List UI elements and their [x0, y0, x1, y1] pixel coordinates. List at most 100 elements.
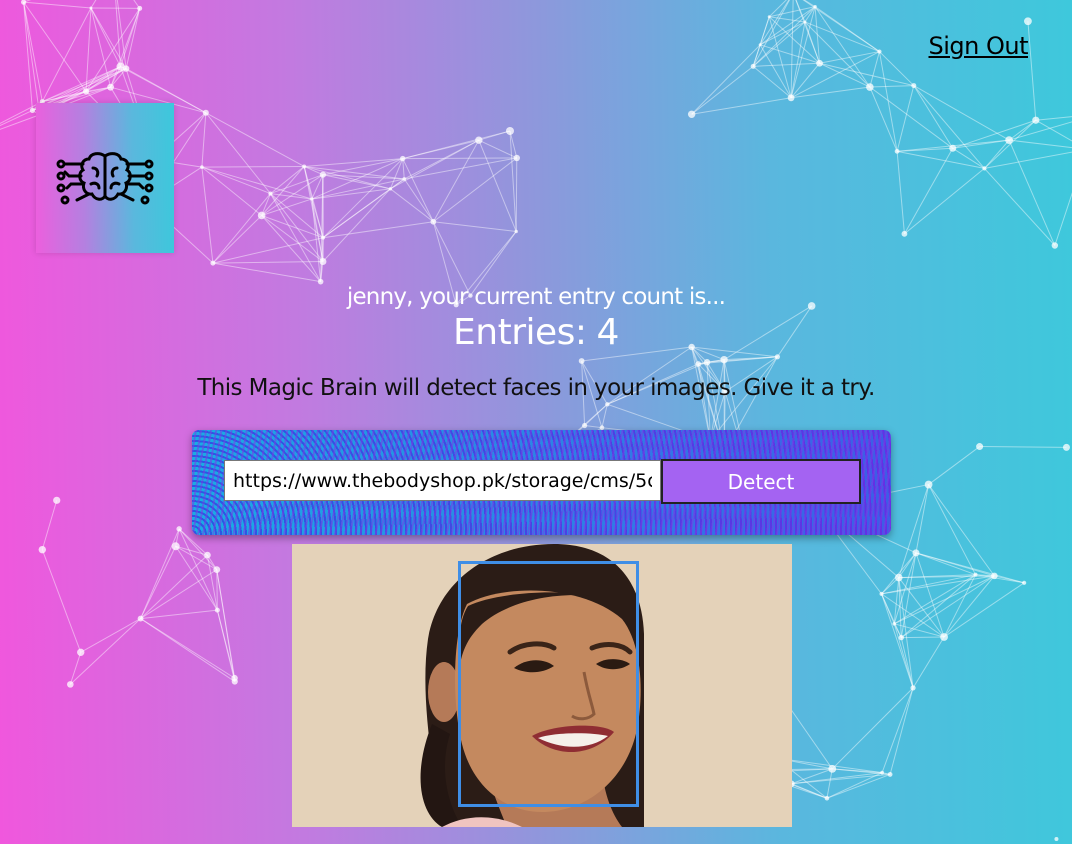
particle-link — [928, 484, 995, 577]
particle-link — [216, 569, 236, 682]
particle-link — [261, 198, 313, 216]
particle-link — [975, 574, 1025, 584]
particle-dot — [687, 110, 696, 118]
particle-link — [790, 6, 816, 98]
particle-dot — [582, 422, 588, 429]
particle-link — [893, 623, 902, 638]
particle-link — [904, 168, 985, 235]
particle-link — [270, 193, 324, 239]
particle-link — [994, 575, 1025, 584]
particle-link — [915, 552, 995, 577]
particle-link — [790, 51, 880, 99]
particle-dot — [973, 572, 978, 577]
particle-link — [724, 356, 778, 361]
particle-link — [791, 768, 833, 785]
particle-link — [42, 66, 121, 103]
particle-link — [404, 157, 517, 180]
particle-link — [984, 151, 1072, 169]
particle-link — [984, 119, 1037, 169]
particle-link — [322, 174, 391, 190]
logo — [36, 103, 174, 253]
particle-link — [320, 261, 324, 282]
particle-link — [509, 130, 517, 232]
particle-link — [1027, 21, 1037, 121]
particle-link — [869, 86, 898, 152]
particle-link — [178, 528, 218, 611]
particle-link — [115, 0, 121, 67]
particle-link — [402, 158, 434, 222]
particle-link — [41, 7, 92, 102]
particle-link — [304, 158, 403, 167]
particle-link — [261, 166, 305, 216]
particle-link — [894, 575, 995, 625]
particle-link — [85, 68, 127, 92]
particle-link — [303, 165, 324, 176]
particle-link — [897, 150, 985, 169]
particle-dot — [514, 229, 518, 234]
particle-link — [140, 618, 235, 679]
particle-link — [804, 6, 816, 23]
image-link-form-row: Detect — [224, 459, 861, 504]
particle-link — [882, 772, 891, 775]
particle-link — [881, 593, 914, 689]
particle-link — [904, 148, 954, 235]
entries-count-heading: Entries: 4 — [0, 312, 1072, 353]
particle-link — [819, 51, 880, 64]
particle-link — [928, 484, 976, 575]
particle-link — [706, 359, 725, 363]
particle-link — [698, 359, 725, 365]
particle-link — [85, 7, 92, 92]
particle-link — [201, 166, 271, 195]
particle-link — [216, 610, 236, 682]
particle-dot — [137, 615, 144, 622]
particle-dot — [1051, 242, 1059, 249]
particle-link — [270, 174, 324, 195]
particle-link — [1008, 139, 1056, 246]
particle-dot — [1032, 116, 1040, 124]
particle-link — [212, 193, 271, 264]
particle-dot — [1024, 17, 1032, 26]
particle-link — [1035, 119, 1072, 142]
particle-link — [390, 139, 480, 190]
particle-link — [707, 356, 778, 363]
particle-link — [322, 158, 403, 176]
particle-link — [303, 166, 313, 200]
particle-link — [85, 8, 141, 92]
sign-out-link[interactable]: Sign Out — [929, 32, 1029, 60]
particle-link — [304, 165, 405, 180]
particle-dot — [866, 83, 874, 91]
particle-link — [90, 7, 121, 67]
particle-dot — [116, 62, 125, 71]
particle-link — [140, 618, 236, 682]
particle-link — [322, 158, 404, 239]
particle-link — [216, 569, 218, 611]
particle-link — [769, 16, 806, 23]
particle-link — [478, 139, 517, 232]
rank-message: jenny, your current entry count is... — [346, 284, 726, 310]
particle-link — [311, 198, 324, 238]
particle-link — [201, 112, 207, 168]
particle-link — [212, 260, 323, 264]
particle-link — [896, 151, 905, 234]
particle-link — [1035, 116, 1072, 121]
particle-link — [752, 44, 761, 67]
particle-link — [900, 637, 914, 688]
particle-dot — [89, 6, 93, 10]
particle-link — [889, 687, 914, 775]
particle-link — [311, 198, 322, 282]
particle-link — [216, 610, 236, 679]
particle-link — [768, 16, 792, 98]
particle-link — [119, 8, 141, 67]
particle-link — [900, 575, 995, 639]
particle-link — [140, 609, 218, 620]
particle-link — [881, 552, 917, 595]
particle-link — [42, 68, 127, 103]
particle-link — [201, 166, 312, 200]
particle-dot — [210, 260, 216, 266]
image-url-input[interactable] — [224, 460, 661, 501]
particle-link — [201, 167, 214, 264]
particle-dot — [720, 355, 728, 364]
detect-button[interactable]: Detect — [661, 459, 861, 504]
particle-link — [23, 1, 91, 9]
particle-link — [691, 65, 754, 115]
